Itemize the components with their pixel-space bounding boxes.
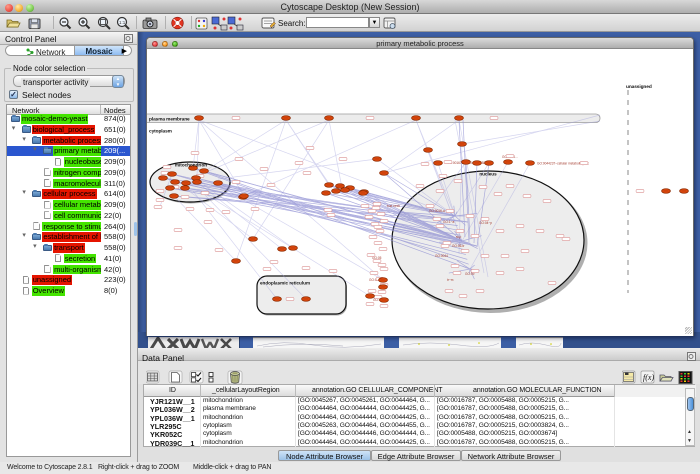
svg-text:endoplasmic reticulum: endoplasmic reticulum (260, 281, 310, 286)
svg-text:f(x): f(x) (643, 373, 654, 382)
svg-text:nucleus: nucleus (479, 172, 497, 177)
svg-text:tr~m: tr~m (447, 278, 454, 282)
svg-text:plasma membrane: plasma membrane (149, 116, 190, 122)
svg-text:bud neck: bud neck (387, 204, 400, 208)
svg-text:st-p: st-p (456, 235, 462, 239)
svg-text:GO:0044: GO:0044 (435, 254, 448, 258)
svg-text:GO:06-tr: GO:06-tr (452, 244, 465, 248)
svg-text:unassigned: unassigned (626, 84, 652, 90)
svg-text:GO:04~p: GO:04~p (479, 221, 492, 225)
svg-text:mitochondrion: mitochondrion (175, 163, 207, 168)
svg-text:cytoplasm: cytoplasm (149, 129, 172, 135)
svg-text:GO:0016-a: GO:0016-a (429, 209, 445, 213)
svg-text:GO:1~a: GO:1~a (443, 220, 454, 224)
svg-text:1:1: 1:1 (119, 20, 126, 25)
